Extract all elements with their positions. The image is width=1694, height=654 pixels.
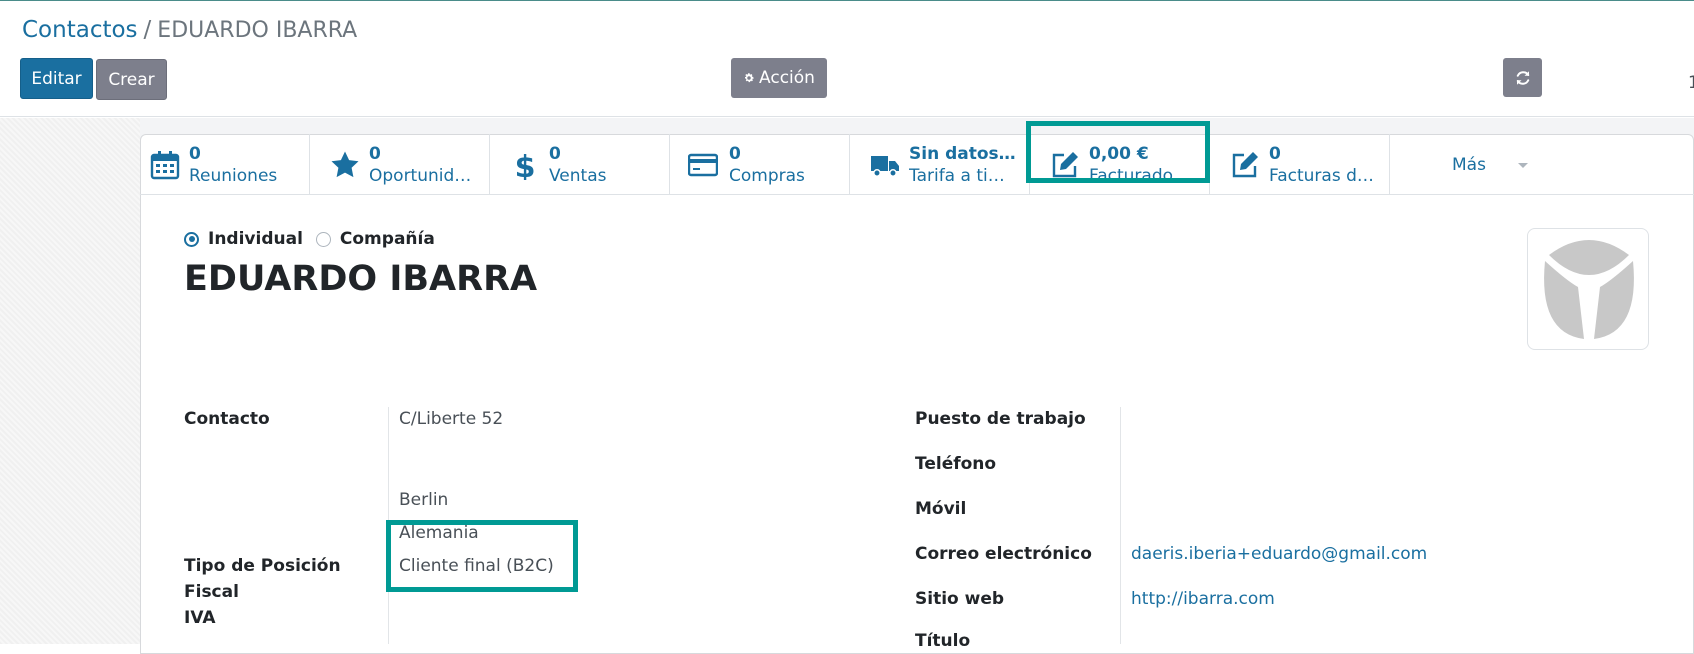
sales-count: 0: [549, 144, 561, 164]
dollar-icon: $: [515, 150, 536, 180]
right-label-divider: [1120, 407, 1121, 644]
smart-button-on-time-rate[interactable]: Sin datos todavía Tarifa a tiempo: [850, 134, 1030, 194]
smart-button-sales[interactable]: $ 0 Ventas: [490, 134, 670, 194]
left-label-divider: [388, 407, 389, 644]
website-label: Sitio web: [915, 589, 1005, 609]
form-sheet: [140, 134, 1694, 654]
fiscal-position-label: Tipo de Posición: [184, 556, 341, 576]
smart-button-opportunities[interactable]: 0 Oportunidades: [310, 134, 490, 194]
more-label: Más: [1452, 155, 1486, 175]
on-time-rate-value: Sin datos todavía: [909, 144, 1021, 164]
breadcrumb-separator: /: [143, 17, 152, 43]
fiscal-position-label-line2: Fiscal: [184, 582, 239, 602]
vat-label: IVA: [184, 608, 216, 628]
mobile-label: Móvil: [915, 499, 967, 519]
breadcrumb-current: EDUARDO IBARRA: [157, 18, 358, 43]
invoiced-amount: 0,00 €: [1089, 144, 1149, 164]
fiscal-position-value[interactable]: Cliente final (B2C): [399, 556, 554, 576]
meetings-count: 0: [189, 144, 201, 164]
website-link[interactable]: http://ibarra.com: [1131, 589, 1275, 609]
opportunities-label: Oportunidades: [369, 166, 475, 186]
purchases-count: 0: [729, 144, 741, 164]
company-type-radio: Individual Compañía: [184, 229, 448, 249]
edit-button[interactable]: Editar: [20, 58, 93, 99]
calendar-icon: [150, 151, 180, 180]
pager-value[interactable]: 1: [1688, 73, 1694, 93]
vendor-bills-label: Facturas de proveedor: [1269, 166, 1381, 186]
action-button-label: Acción: [759, 68, 815, 88]
job-position-label: Puesto de trabajo: [915, 409, 1086, 429]
sales-label: Ventas: [549, 166, 607, 186]
partner-name: EDUARDO IBARRA: [184, 259, 538, 299]
city-value: Berlin: [399, 490, 449, 510]
edit-icon: [1052, 152, 1078, 178]
breadcrumb-contacts-link[interactable]: Contactos: [22, 17, 138, 43]
chevron-down-icon: [1518, 163, 1528, 168]
svg-text:$: $: [515, 150, 536, 180]
street-value: C/Liberte 52: [399, 409, 504, 429]
action-dropdown-button[interactable]: Acción: [731, 58, 827, 98]
individual-radio[interactable]: [184, 231, 199, 247]
edit-button-label: Editar: [31, 68, 82, 89]
email-label: Correo electrónico: [915, 544, 1092, 564]
form-margin-pattern: [0, 118, 140, 644]
gear-icon: [745, 73, 754, 83]
credit-card-icon: [688, 153, 718, 177]
company-radio[interactable]: [315, 231, 331, 247]
reload-button[interactable]: [1503, 58, 1542, 97]
truck-icon: [871, 156, 899, 177]
on-time-rate-label: Tarifa a tiempo: [909, 166, 1009, 186]
purchases-label: Compras: [729, 166, 805, 186]
create-button[interactable]: Crear: [96, 59, 167, 100]
opportunities-count: 0: [369, 144, 381, 164]
refresh-icon: [1516, 70, 1529, 85]
title-label: Título: [915, 631, 971, 651]
meetings-label: Reuniones: [189, 166, 278, 186]
smart-button-box: 0 Reuniones 0 Oportunidades $ 0 Ventas 0…: [140, 134, 1694, 195]
breadcrumb: Contactos / EDUARDO IBARRA: [22, 17, 357, 43]
create-button-label: Crear: [108, 69, 155, 90]
placeholder-logo-icon: [1544, 240, 1634, 339]
smart-button-purchases[interactable]: 0 Compras: [670, 134, 850, 194]
edit-icon: [1232, 152, 1258, 178]
contact-label: Contacto: [184, 409, 270, 429]
smart-button-more[interactable]: Más: [1390, 134, 1570, 194]
smart-button-vendor-bills[interactable]: 0 Facturas de proveedor: [1210, 134, 1390, 194]
smart-button-invoiced[interactable]: 0,00 € Facturado: [1030, 134, 1210, 194]
control-panel: Contactos / EDUARDO IBARRA Editar Crear Ac…: [0, 1, 1694, 117]
phone-label: Teléfono: [915, 454, 997, 474]
vendor-bills-count: 0: [1269, 144, 1281, 164]
company-radio-label[interactable]: Compañía: [340, 229, 435, 249]
star-icon: [331, 151, 359, 178]
email-link[interactable]: daeris.iberia+eduardo@gmail.com: [1131, 544, 1427, 564]
individual-radio-label[interactable]: Individual: [208, 229, 303, 249]
smart-button-meetings[interactable]: 0 Reuniones: [140, 134, 310, 194]
country-value: Alemania: [399, 523, 479, 543]
avatar[interactable]: [1527, 228, 1649, 350]
invoiced-label: Facturado: [1089, 166, 1174, 186]
